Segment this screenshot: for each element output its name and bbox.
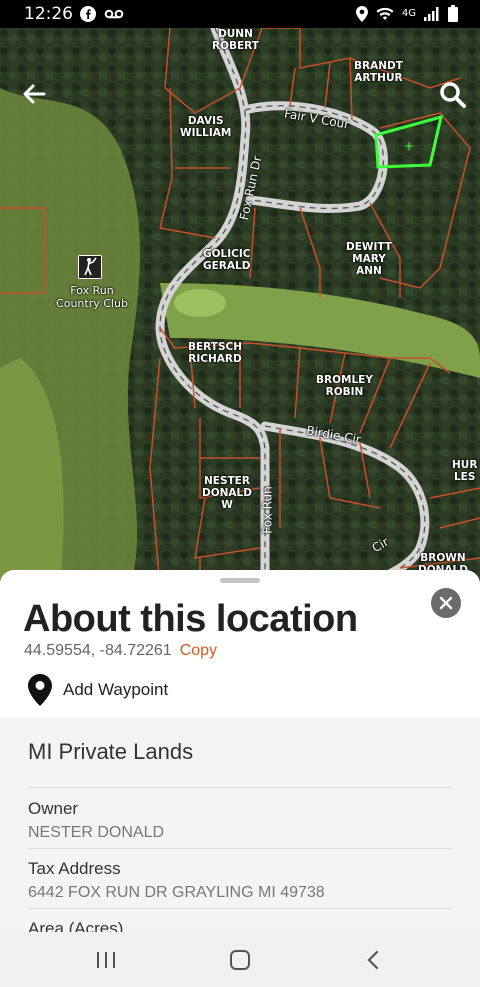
status-time: 12:26 xyxy=(24,4,73,24)
parcel-label: GOLICIC GERALD xyxy=(203,248,251,272)
parcel-label: BRANDT ARTHUR xyxy=(354,60,403,84)
search-button[interactable] xyxy=(436,78,470,112)
coordinates-text: 44.59554, -84.72261 xyxy=(24,642,172,659)
parcel-label: BROMLEY ROBIN xyxy=(316,374,373,398)
status-bar: 12:26 4G xyxy=(0,0,480,28)
parcel-label: DAVIS WILLIAM xyxy=(180,115,232,139)
parcel-label: HUR LES xyxy=(452,459,478,483)
parcel-label: BERTSCH RICHARD xyxy=(188,341,243,365)
nav-back-button[interactable] xyxy=(354,946,394,974)
coordinates-row: 44.59554, -84.72261 Copy xyxy=(24,642,217,660)
poi-label: Fox Run Country Club xyxy=(56,284,128,310)
network-type-label: 4G xyxy=(401,8,416,19)
satellite-map[interactable]: + DUNN ROBERT BRANDT ARTHUR DAVIS WILLIA… xyxy=(0,28,480,588)
voicemail-icon xyxy=(104,9,124,19)
area-label: Area (Acres) xyxy=(28,919,124,932)
back-arrow-button[interactable] xyxy=(18,78,50,110)
owner-value: NESTER DONALD xyxy=(28,824,165,841)
close-icon xyxy=(439,596,453,610)
add-waypoint-button[interactable]: Add Waypoint xyxy=(24,672,324,706)
home-icon xyxy=(230,950,250,970)
location-icon xyxy=(355,5,368,22)
add-waypoint-label: Add Waypoint xyxy=(63,680,169,699)
map-pin-icon xyxy=(28,674,52,706)
search-icon xyxy=(440,82,466,108)
chevron-left-icon xyxy=(367,950,379,970)
recents-icon xyxy=(97,952,115,968)
section-title: MI Private Lands xyxy=(28,739,194,764)
parcel-label: NESTER DONALD W xyxy=(202,475,252,511)
signal-icon xyxy=(424,6,439,21)
tax-address-label: Tax Address xyxy=(28,859,121,878)
battery-icon xyxy=(448,5,458,22)
arrow-left-icon xyxy=(23,84,46,104)
owner-label: Owner xyxy=(28,799,79,818)
divider xyxy=(28,848,452,849)
recents-button[interactable] xyxy=(86,946,126,974)
close-button[interactable] xyxy=(431,588,461,618)
sheet-title: About this location xyxy=(23,598,358,640)
system-nav-bar xyxy=(0,932,480,987)
home-button[interactable] xyxy=(220,946,260,974)
road-label: Fox Run xyxy=(260,486,275,534)
parcel-label: DUNN ROBERT xyxy=(212,28,259,52)
parcel-label: DEWITT MARY ANN xyxy=(346,241,392,277)
divider xyxy=(28,908,452,909)
wifi-icon xyxy=(376,7,394,20)
copy-link[interactable]: Copy xyxy=(180,642,217,659)
location-sheet[interactable]: About this location 44.59554, -84.72261 C… xyxy=(0,570,480,932)
facebook-icon xyxy=(80,6,96,22)
land-details-panel: MI Private Lands Owner NESTER DONALD Tax… xyxy=(0,717,480,932)
divider xyxy=(28,787,452,788)
golf-icon[interactable] xyxy=(78,255,102,279)
tax-address-value: 6442 FOX RUN DR GRAYLING MI 49738 xyxy=(28,884,325,901)
sheet-drag-handle[interactable] xyxy=(220,578,260,583)
svg-text:+: + xyxy=(404,139,414,153)
